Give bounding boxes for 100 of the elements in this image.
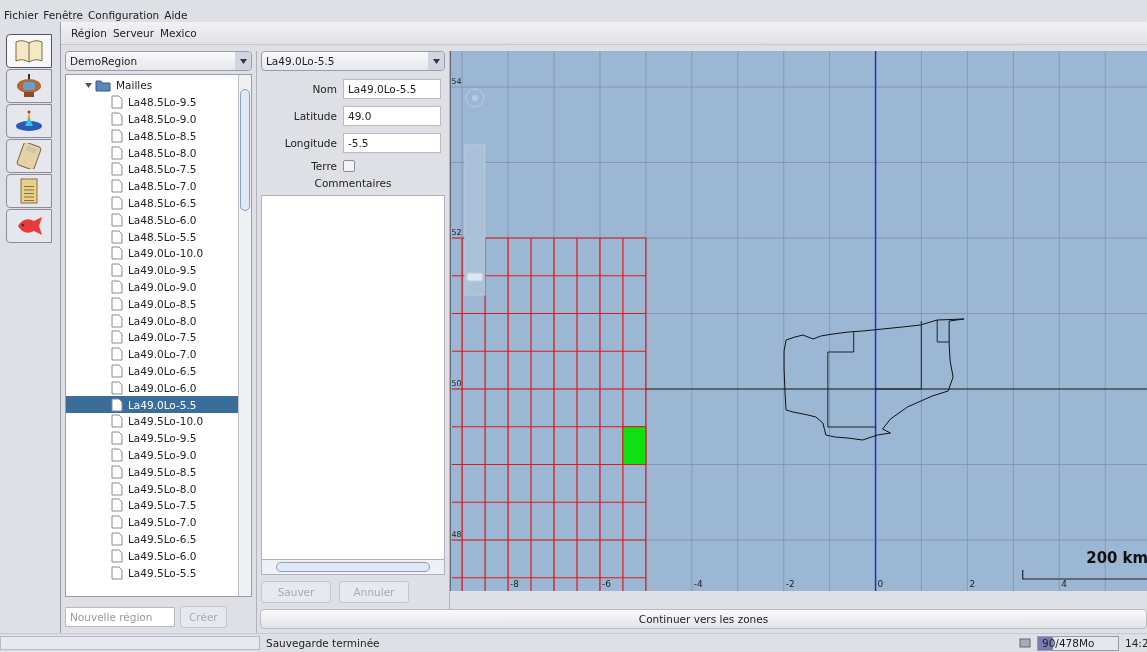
tree-item[interactable]: La49.0Lo-9.5	[126, 264, 199, 277]
scrollbar[interactable]	[238, 75, 251, 596]
file-icon	[111, 330, 123, 345]
tree-item[interactable]: La49.0Lo-8.5	[126, 297, 199, 310]
field-label: Longitude	[283, 137, 337, 149]
tree-item[interactable]: La48.5Lo-7.5	[126, 163, 199, 176]
longitude-label: 4	[1061, 579, 1067, 589]
menu-item[interactable]: Fichier	[4, 9, 39, 21]
zoom-slider[interactable]	[464, 144, 486, 296]
file-icon	[111, 246, 123, 261]
latitude-label: 52	[451, 228, 462, 237]
tree-item[interactable]: La49.5Lo-9.5	[126, 432, 199, 445]
tree-item[interactable]: La48.5Lo-6.0	[126, 213, 199, 226]
expander-icon[interactable]	[85, 81, 92, 89]
file-icon	[111, 229, 123, 244]
file-icon	[111, 347, 123, 362]
tree-item[interactable]: La48.5Lo-8.0	[126, 146, 199, 159]
tree-item[interactable]: La49.5Lo-6.5	[126, 532, 199, 545]
tree-item[interactable]: La49.0Lo-10.0	[126, 247, 206, 260]
file-icon	[111, 548, 123, 563]
map-canvas[interactable]: 54 52 50 48 -8 -6 -4 -2 0 2 4 200 km	[450, 51, 1147, 591]
menu-item[interactable]: Serveur	[112, 27, 155, 39]
tree-item[interactable]: La49.5Lo-10.0	[126, 415, 206, 428]
tree-item[interactable]: La49.0Lo-7.0	[126, 348, 199, 361]
continue-button[interactable]: Continuer vers les zones	[260, 609, 1147, 629]
menu-item[interactable]: Configuration	[88, 9, 160, 21]
figure-icon	[14, 73, 44, 99]
file-icon	[111, 263, 123, 278]
file-icon	[111, 380, 123, 395]
longitude-label: -2	[785, 579, 795, 589]
tree-item[interactable]: La48.5Lo-7.0	[126, 180, 199, 193]
text-field[interactable]: -5.5	[343, 133, 441, 153]
tree-item[interactable]: La49.0Lo-7.5	[126, 331, 199, 344]
comments-field[interactable]	[261, 195, 445, 560]
file-icon	[111, 179, 123, 194]
tree-item[interactable]: La49.5Lo-8.0	[126, 482, 199, 495]
menu-item[interactable]: Fenêtre	[43, 9, 84, 21]
tool-button[interactable]	[6, 139, 52, 173]
tree-item[interactable]: La48.5Lo-5.5	[126, 230, 199, 243]
new-region-field[interactable]: Nouvelle région	[65, 607, 175, 627]
tool-button[interactable]	[6, 104, 52, 138]
surface-plot-icon	[14, 108, 44, 134]
tree-item[interactable]: Mailles	[114, 79, 155, 92]
file-icon	[111, 464, 123, 479]
scrollbar[interactable]	[261, 560, 445, 575]
tree-item[interactable]: La49.5Lo-9.0	[126, 448, 199, 461]
field-label: Nom	[311, 83, 337, 95]
file-icon	[111, 296, 123, 311]
file-icon	[111, 515, 123, 530]
tree-item[interactable]: La49.5Lo-7.0	[126, 516, 199, 529]
field-label: Latitude	[292, 110, 337, 122]
dropdown-arrow-icon	[432, 58, 440, 64]
file-icon	[111, 112, 123, 126]
memory-label: 90/478Mo	[1042, 636, 1095, 650]
tree-item[interactable]: La49.0Lo-5.5	[126, 398, 199, 411]
menu-item[interactable]: Aide	[164, 9, 188, 21]
latitude-label: 48	[451, 530, 462, 539]
tree-item[interactable]: La49.0Lo-6.0	[126, 381, 199, 394]
tree-item[interactable]: La48.5Lo-9.5	[126, 96, 199, 109]
file-icon	[111, 128, 123, 143]
longitude-label: -6	[601, 579, 611, 589]
dropdown-arrow-icon	[239, 58, 247, 64]
tree-item[interactable]: La49.5Lo-5.5	[126, 566, 199, 579]
file-icon	[111, 212, 123, 227]
tool-button[interactable]	[6, 34, 52, 68]
menu-item[interactable]: Région	[71, 27, 107, 39]
slider-thumb[interactable]	[466, 272, 484, 282]
file-icon	[111, 279, 123, 294]
file-icon	[111, 363, 123, 378]
land-checkbox[interactable]	[343, 160, 355, 172]
text-field[interactable]: 49.0	[343, 106, 441, 126]
latitude-label: 50	[451, 379, 462, 388]
selected-mesh-cell[interactable]	[622, 426, 647, 465]
folder-icon	[95, 78, 111, 92]
tool-button[interactable]	[6, 209, 52, 243]
mesh-dropdown[interactable]: La49.0Lo-5.5	[261, 51, 445, 71]
text-field[interactable]: La49.0Lo-5.5	[343, 79, 441, 99]
tool-button[interactable]	[6, 69, 52, 103]
longitude-label: -8	[510, 579, 519, 589]
tree-item[interactable]: La49.0Lo-9.0	[126, 280, 199, 293]
tree-item[interactable]: La49.5Lo-6.0	[126, 549, 199, 562]
file-icon	[111, 565, 123, 580]
region-dropdown[interactable]: DemoRegion	[65, 51, 252, 71]
tree-item[interactable]: La48.5Lo-6.5	[126, 196, 199, 209]
longitude-label: 2	[969, 579, 976, 589]
scale-label: 200 km	[1086, 548, 1147, 567]
memory-icon	[1019, 638, 1031, 648]
tree-item[interactable]: La49.0Lo-8.0	[126, 314, 199, 327]
tree-item[interactable]: La49.5Lo-7.5	[126, 499, 199, 512]
longitude-label: -4	[693, 579, 703, 589]
comments-label: Commentaires	[313, 177, 393, 189]
file-icon	[111, 397, 123, 412]
tree-item[interactable]: La49.5Lo-8.5	[126, 465, 199, 478]
latitude-label: 54	[451, 77, 462, 86]
file-icon	[111, 481, 123, 496]
tree-item[interactable]: La49.0Lo-6.5	[126, 364, 199, 377]
menu-item[interactable]: Mexico	[160, 27, 197, 39]
tree-item[interactable]: La48.5Lo-9.0	[126, 113, 199, 125]
tree-item[interactable]: La48.5Lo-8.5	[126, 129, 199, 142]
file-icon	[111, 313, 123, 328]
